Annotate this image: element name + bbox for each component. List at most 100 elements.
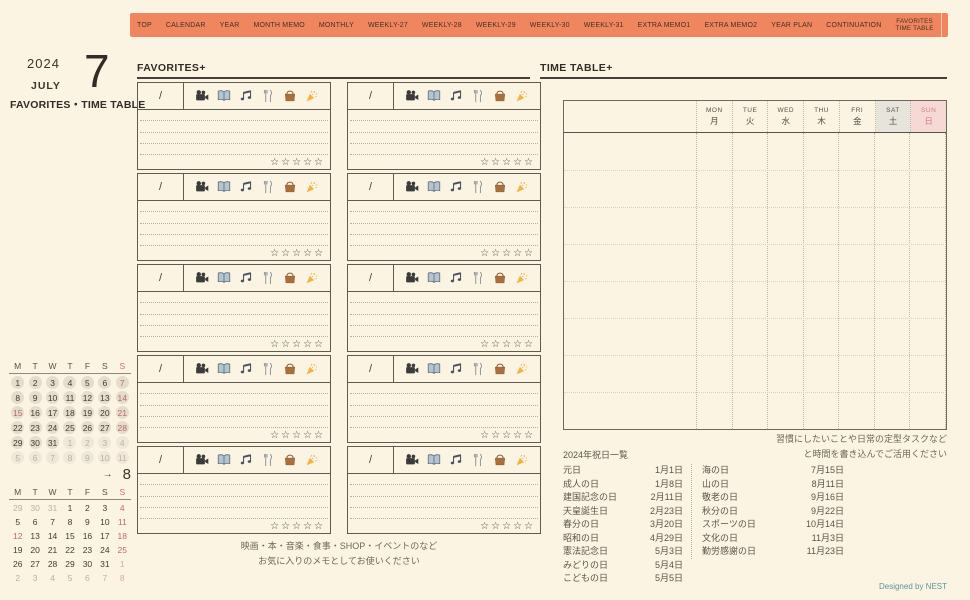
handbag-icon[interactable] [283,180,297,194]
memo-area[interactable]: ☆☆☆☆☆ [348,383,540,442]
writing-line[interactable] [350,508,538,519]
calendar-day[interactable]: 4 [114,435,131,450]
utensils-icon[interactable] [471,453,485,467]
date-slot[interactable]: / [138,356,184,382]
calendar-day[interactable]: 5 [79,375,96,390]
calendar-day[interactable]: 30 [26,435,43,450]
calendar-day[interactable]: 29 [9,501,26,515]
utensils-icon[interactable] [471,180,485,194]
utensils-icon[interactable] [261,453,275,467]
utensils-icon[interactable] [471,271,485,285]
party-popper-icon[interactable] [305,362,319,376]
calendar-day[interactable]: 2 [26,375,43,390]
nav-weekly-29[interactable]: WEEKLY-29 [469,13,523,37]
movie-camera-icon[interactable] [195,453,209,467]
memo-area[interactable]: ☆☆☆☆☆ [138,474,330,533]
nav-month-memo[interactable]: MONTH MEMO [246,13,311,37]
writing-line[interactable] [350,406,538,417]
timetable-body[interactable] [564,133,946,429]
writing-line[interactable] [350,110,538,121]
nav-monthly[interactable]: MONTHLY [312,13,361,37]
date-slot[interactable]: / [348,356,394,382]
calendar-day[interactable]: 8 [114,571,131,585]
writing-line[interactable] [350,144,538,155]
calendar-day[interactable]: 14 [44,529,61,543]
movie-camera-icon[interactable] [405,89,419,103]
party-popper-icon[interactable] [515,180,529,194]
nav-prev[interactable]: ← [941,13,970,37]
calendar-day[interactable]: 11 [114,450,131,465]
calendar-day[interactable]: 7 [96,571,113,585]
utensils-icon[interactable] [471,362,485,376]
memo-area[interactable]: ☆☆☆☆☆ [348,201,540,260]
writing-line[interactable] [350,133,538,144]
calendar-day[interactable]: 17 [44,405,61,420]
calendar-day[interactable]: 6 [96,375,113,390]
calendar-day[interactable]: 28 [114,420,131,435]
movie-camera-icon[interactable] [195,89,209,103]
book-icon[interactable] [427,271,441,285]
nav-weekly-30[interactable]: WEEKLY-30 [523,13,577,37]
writing-line[interactable] [140,235,328,246]
calendar-day[interactable]: 6 [79,571,96,585]
date-slot[interactable]: / [138,447,184,473]
nav-continuation[interactable]: CONTINUATION [819,13,888,37]
star-rating[interactable]: ☆☆☆☆☆ [350,246,538,260]
calendar-day[interactable]: 8 [61,515,78,529]
calendar-day[interactable]: 9 [26,390,43,405]
handbag-icon[interactable] [283,271,297,285]
calendar-day[interactable]: 8 [61,450,78,465]
calendar-day[interactable]: 26 [79,420,96,435]
utensils-icon[interactable] [261,89,275,103]
calendar-day[interactable]: 22 [61,543,78,557]
writing-line[interactable] [350,235,538,246]
date-slot[interactable]: / [138,174,184,200]
calendar-day[interactable]: 11 [61,390,78,405]
star-rating[interactable]: ☆☆☆☆☆ [140,246,328,260]
music-notes-icon[interactable] [449,453,463,467]
date-slot[interactable]: / [348,447,394,473]
book-icon[interactable] [427,453,441,467]
calendar-day[interactable]: 2 [79,501,96,515]
party-popper-icon[interactable] [305,180,319,194]
calendar-day[interactable]: 13 [96,390,113,405]
calendar-day[interactable]: 4 [44,571,61,585]
movie-camera-icon[interactable] [405,362,419,376]
writing-line[interactable] [140,212,328,223]
calendar-day[interactable]: 25 [114,543,131,557]
party-popper-icon[interactable] [515,89,529,103]
writing-line[interactable] [140,144,328,155]
calendar-day[interactable]: 10 [96,450,113,465]
writing-line[interactable] [140,303,328,314]
memo-area[interactable]: ☆☆☆☆☆ [138,201,330,260]
calendar-day[interactable]: 3 [96,501,113,515]
music-notes-icon[interactable] [239,362,253,376]
utensils-icon[interactable] [261,362,275,376]
music-notes-icon[interactable] [449,362,463,376]
timetable-grid[interactable]: MON月TUE火WED水THU木FRI金SAT土SUN日 [563,100,947,430]
calendar-day[interactable]: 31 [96,557,113,571]
calendar-day[interactable]: 27 [26,557,43,571]
party-popper-icon[interactable] [305,89,319,103]
nav-favorites-timetable[interactable]: FAVORITESTIME TABLE [888,13,940,37]
calendar-day[interactable]: 8 [9,390,26,405]
nav-weekly-28[interactable]: WEEKLY-28 [415,13,469,37]
calendar-day[interactable]: 10 [44,390,61,405]
calendar-day[interactable]: 20 [26,543,43,557]
calendar-day[interactable]: 2 [9,571,26,585]
nav-weekly-27[interactable]: WEEKLY-27 [361,13,415,37]
calendar-day[interactable]: 26 [9,557,26,571]
calendar-day[interactable]: 27 [96,420,113,435]
writing-line[interactable] [140,326,328,337]
writing-line[interactable] [140,383,328,394]
handbag-icon[interactable] [493,89,507,103]
writing-line[interactable] [140,394,328,405]
utensils-icon[interactable] [261,180,275,194]
calendar-day[interactable]: 21 [114,405,131,420]
calendar-day[interactable]: 4 [61,375,78,390]
calendar-day[interactable]: 2 [79,435,96,450]
book-icon[interactable] [217,180,231,194]
writing-line[interactable] [350,212,538,223]
memo-area[interactable]: ☆☆☆☆☆ [138,110,330,169]
party-popper-icon[interactable] [305,271,319,285]
